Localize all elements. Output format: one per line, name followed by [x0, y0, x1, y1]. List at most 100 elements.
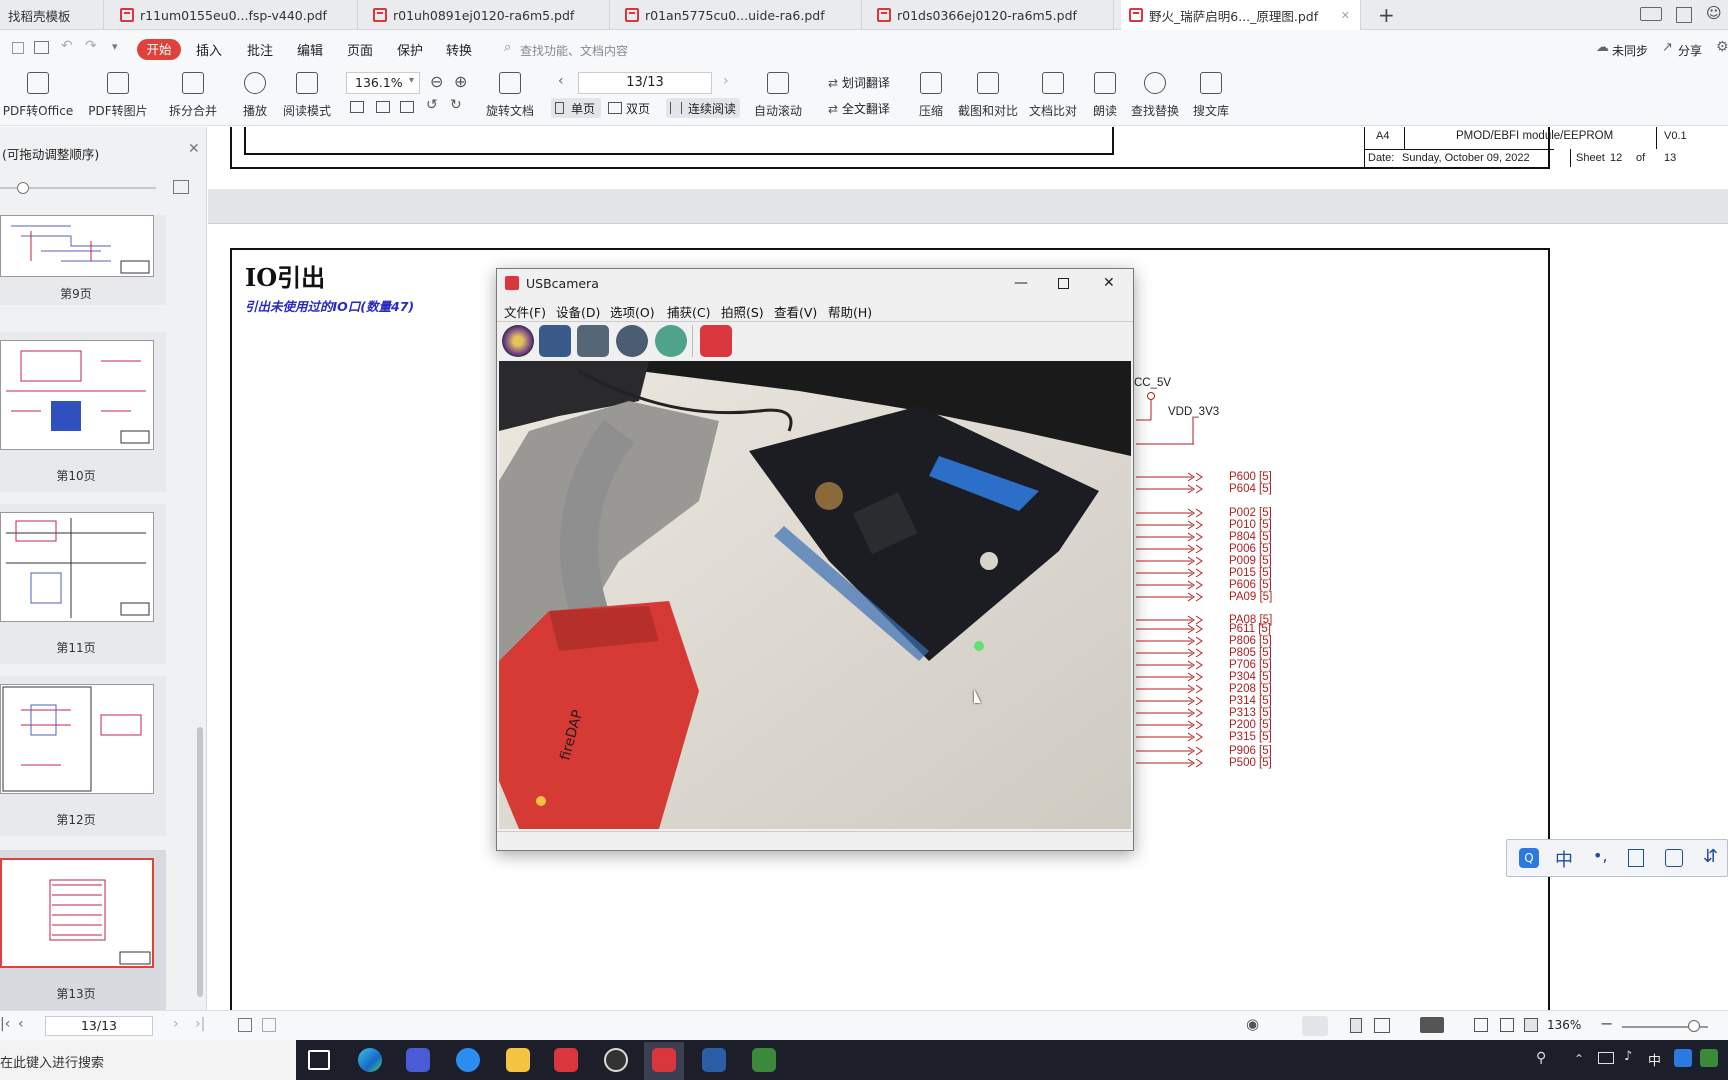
maximize-icon[interactable] — [1058, 278, 1069, 289]
menu-annotate[interactable]: 批注 — [247, 40, 273, 59]
full-translate-button[interactable]: ⇄ 全文翻译 — [828, 100, 890, 117]
zoom-out-icon[interactable]: ⊖ — [430, 72, 443, 91]
rotate-left-icon[interactable]: ↺ — [426, 97, 438, 113]
eye-protect-icon[interactable]: ◉ — [1246, 1015, 1259, 1033]
prev-page-icon[interactable]: ‹ — [558, 73, 564, 89]
fit-width-icon[interactable] — [400, 101, 414, 113]
continuous-read-button[interactable]: 连续阅读 — [666, 98, 740, 118]
prev-page-icon[interactable]: ‹ — [18, 1016, 24, 1032]
camera-icon[interactable] — [539, 325, 571, 357]
ide-app-icon[interactable] — [702, 1048, 726, 1072]
gear-icon[interactable] — [655, 325, 687, 357]
sidebar-toggle-icon[interactable] — [238, 1018, 252, 1032]
new-tab-icon[interactable]: + — [1378, 3, 1395, 27]
read-aloud-button[interactable]: 朗读 — [1090, 72, 1120, 118]
page-number-input[interactable]: 13/13 — [578, 72, 712, 94]
app-g-icon[interactable] — [406, 1048, 430, 1072]
thumbnail-page-12[interactable]: 第12页 — [0, 676, 166, 836]
volume-icon[interactable]: ♪ — [1624, 1049, 1632, 1064]
chinese-mode-icon[interactable]: 中 — [1555, 846, 1573, 872]
wps-icon[interactable] — [554, 1048, 578, 1072]
chevron-down-icon[interactable]: ▾ — [112, 40, 118, 53]
camera-menu-help[interactable]: 帮助(H) — [828, 302, 872, 321]
doc-compare-button[interactable]: 文档比对 — [1028, 72, 1078, 118]
menu-edit[interactable]: 编辑 — [297, 40, 323, 59]
user-icon[interactable] — [700, 325, 732, 357]
tab-active-document[interactable]: 野火_瑞萨启明6..._原理图.pdf ✕ — [1121, 0, 1361, 30]
slider-handle[interactable] — [17, 182, 29, 194]
search-library-button[interactable]: 搜文库 — [1193, 72, 1229, 118]
camera-menu-capture[interactable]: 捕获(C) — [667, 302, 710, 321]
people-icon[interactable]: ⚲ — [1536, 1050, 1546, 1066]
screenshot-compare-button[interactable]: 截图和对比 — [958, 72, 1018, 118]
zoom-slider-handle[interactable] — [1688, 1020, 1700, 1032]
word-translate-button[interactable]: ⇄ 划词翻译 — [828, 74, 890, 91]
tray-app-icon[interactable] — [1700, 1049, 1718, 1067]
panel-toggle-icon[interactable] — [262, 1018, 276, 1032]
read-mode-button[interactable]: 阅读模式 — [282, 72, 332, 118]
status-zoom[interactable]: 136% — [1547, 1018, 1581, 1032]
pdf-to-image-button[interactable]: PDF转图片 — [88, 72, 148, 118]
compress-button[interactable]: 压缩 — [916, 72, 946, 118]
camera-menu-snapshot[interactable]: 拍照(S) — [721, 302, 764, 321]
edge-browser-icon[interactable] — [358, 1048, 382, 1072]
usb-camera-task-icon[interactable] — [652, 1048, 676, 1072]
close-icon[interactable]: ✕ — [1341, 9, 1350, 22]
single-page-button[interactable]: 单页 — [551, 98, 601, 118]
save-icon[interactable] — [12, 42, 24, 54]
tab-document[interactable]: r01an5775cu0...uide-ra6.pdf — [617, 0, 862, 30]
ime-toolbar[interactable]: Q 中 •, ⇵ — [1506, 839, 1728, 877]
zoom-out-icon[interactable]: − — [1600, 1014, 1613, 1033]
menu-protect[interactable]: 保护 — [397, 40, 423, 59]
tab-template[interactable]: 找稻壳模板 — [0, 0, 104, 30]
fit-page-icon[interactable] — [1500, 1018, 1514, 1032]
double-page-view-icon[interactable] — [1374, 1018, 1390, 1033]
image-icon[interactable] — [173, 180, 189, 194]
edit-icon[interactable] — [1665, 849, 1683, 867]
play-icon[interactable] — [1420, 1017, 1444, 1033]
minimize-icon[interactable]: — — [1014, 275, 1028, 291]
double-page-button[interactable]: 双页 — [606, 98, 662, 118]
sync-status[interactable]: 未同步 — [1612, 42, 1648, 59]
menu-page[interactable]: 页面 — [347, 40, 373, 59]
thumbnail-page-10[interactable]: 第10页 — [0, 332, 166, 492]
fit-page-icon[interactable] — [376, 101, 390, 113]
user-icon[interactable]: ☺ — [1706, 4, 1722, 22]
tab-document[interactable]: r11um0155eu0...fsp-v440.pdf — [112, 0, 358, 30]
fit-width-icon[interactable] — [1524, 1018, 1538, 1032]
taskbar-search-box[interactable]: 在此键入进行搜索 — [0, 1040, 296, 1080]
split-merge-button[interactable]: 拆分合并 — [163, 72, 223, 118]
next-page-icon[interactable]: › — [173, 1016, 179, 1032]
chevron-up-icon[interactable]: ⌃ — [1574, 1052, 1584, 1066]
ime-logo-icon[interactable] — [1674, 1049, 1692, 1067]
grid-icon[interactable] — [1676, 7, 1692, 23]
settings-icon[interactable]: ⚙ — [1716, 39, 1728, 55]
app-blue-circle-icon[interactable] — [456, 1048, 480, 1072]
thumbnail-page-13-selected[interactable]: 第13页 — [0, 850, 166, 1010]
actual-size-icon[interactable] — [350, 101, 364, 113]
zoom-in-icon[interactable]: ⊕ — [454, 72, 467, 91]
camera-menu-file[interactable]: 文件(F) — [504, 302, 546, 321]
print-icon[interactable] — [34, 41, 49, 54]
layout-icon[interactable] — [1640, 7, 1662, 21]
notepad-icon[interactable] — [1628, 849, 1644, 867]
single-page-view-icon[interactable] — [1350, 1018, 1362, 1033]
rotate-right-icon[interactable]: ↻ — [450, 97, 462, 113]
menu-insert[interactable]: 插入 — [196, 40, 222, 59]
video-camera-icon[interactable] — [577, 325, 609, 357]
tools-icon[interactable]: ⇵ — [1703, 846, 1718, 867]
pdf-to-office-button[interactable]: PDF转Office — [3, 72, 73, 118]
menu-convert[interactable]: 转换 — [446, 40, 472, 59]
share-button[interactable]: 分享 — [1678, 42, 1702, 59]
color-icon[interactable] — [502, 325, 534, 357]
settings-icon[interactable] — [616, 325, 648, 357]
redo-icon[interactable]: ↷ — [85, 38, 97, 54]
camera-menu-device[interactable]: 设备(D) — [556, 302, 600, 321]
first-page-icon[interactable]: |‹ — [0, 1016, 10, 1032]
camera-menu-options[interactable]: 选项(O) — [610, 302, 655, 321]
file-explorer-icon[interactable] — [506, 1048, 530, 1072]
thumbnail-page-9[interactable]: 第9页 — [0, 215, 166, 305]
last-page-icon[interactable]: ›| — [195, 1016, 205, 1032]
undo-icon[interactable]: ↶ — [61, 38, 73, 54]
camera-menu-view[interactable]: 查看(V) — [774, 302, 817, 321]
